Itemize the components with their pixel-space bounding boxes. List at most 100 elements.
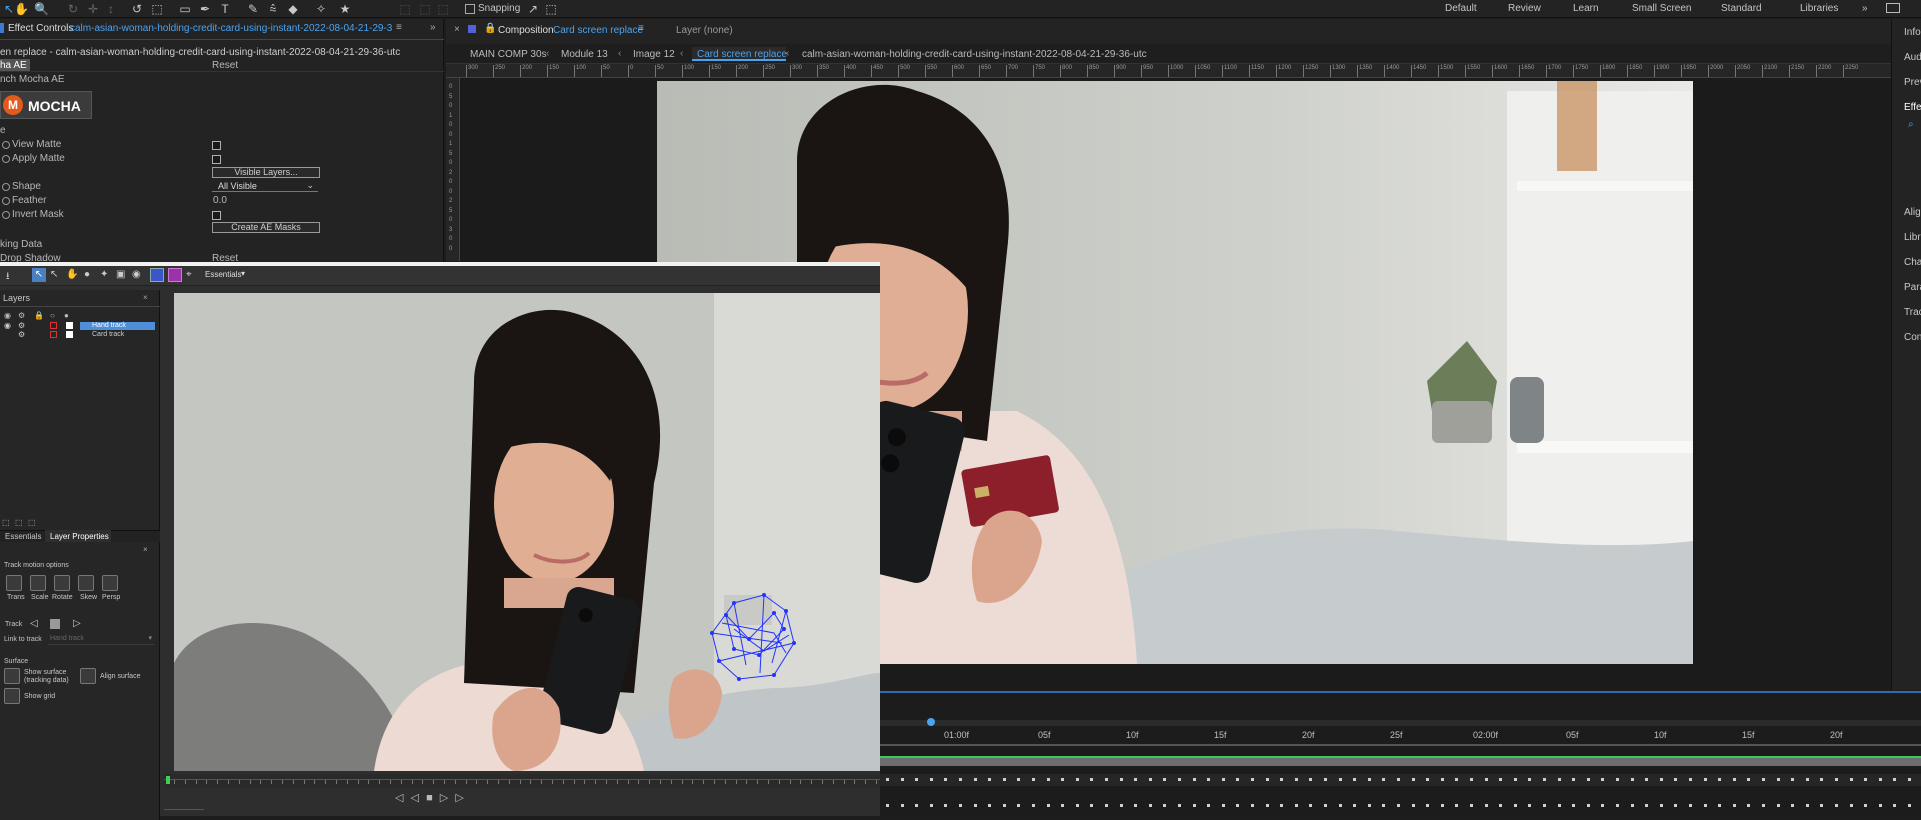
keyframe-marker[interactable] bbox=[1134, 804, 1138, 807]
circle-spline-tool-icon[interactable]: ◉ bbox=[132, 269, 141, 280]
keyframe-marker[interactable] bbox=[1513, 778, 1517, 781]
keyframe-marker[interactable] bbox=[1221, 778, 1225, 781]
tracker-panel-tab[interactable]: Trac bbox=[1904, 307, 1921, 318]
keyframe-marker[interactable] bbox=[1017, 778, 1021, 781]
hand-tool-icon[interactable]: ✋ bbox=[66, 269, 78, 280]
search-icon[interactable]: ⌕ bbox=[1908, 119, 1914, 130]
keyframe-marker[interactable] bbox=[1367, 804, 1371, 807]
keyframe-marker[interactable] bbox=[1864, 804, 1868, 807]
effect-name[interactable]: ha AE bbox=[0, 60, 27, 71]
layer-color-swatch[interactable] bbox=[66, 322, 73, 329]
extra-tool-icon[interactable]: ⬚ bbox=[398, 2, 412, 16]
keyframe-marker[interactable] bbox=[1718, 778, 1722, 781]
dolly-tool-icon[interactable]: ↕ bbox=[104, 2, 118, 16]
view-matte-checkbox[interactable] bbox=[212, 141, 221, 150]
keyframe-marker[interactable] bbox=[1192, 804, 1196, 807]
keyframe-marker[interactable] bbox=[1251, 804, 1254, 807]
layer-panel-tab[interactable]: Layer (none) bbox=[676, 25, 733, 39]
keyframe-marker[interactable] bbox=[1397, 778, 1400, 781]
workspace-default[interactable]: Default bbox=[1445, 3, 1477, 14]
keyframe-marker[interactable] bbox=[1265, 778, 1269, 781]
keyframe-marker[interactable] bbox=[929, 778, 933, 781]
keyframe-marker[interactable] bbox=[1630, 778, 1634, 781]
panel-menu-icon[interactable]: ≡ bbox=[396, 22, 402, 33]
roto-brush-tool-icon[interactable]: ✧ bbox=[314, 2, 328, 16]
keyframe-marker[interactable] bbox=[1791, 778, 1795, 781]
mocha-workspace-dropdown[interactable]: Essentials bbox=[205, 270, 241, 279]
mocha-viewer-image[interactable] bbox=[174, 293, 880, 771]
gear-icon[interactable]: ⚙ bbox=[18, 321, 25, 330]
keyframe-marker[interactable] bbox=[988, 804, 992, 807]
breadcrumb-item[interactable]: calm-asian-woman-holding-credit-card-usi… bbox=[802, 49, 1147, 60]
workspace-small-screen[interactable]: Small Screen bbox=[1632, 3, 1691, 14]
keyframe-marker[interactable] bbox=[1426, 778, 1430, 781]
lock-icon[interactable]: 🔒 bbox=[484, 23, 496, 34]
keyframe-marker[interactable] bbox=[1557, 804, 1561, 807]
keyframe-marker[interactable] bbox=[1236, 778, 1240, 781]
keyframe-marker[interactable] bbox=[988, 778, 992, 781]
keyframe-marker[interactable] bbox=[1265, 804, 1269, 807]
extra-tool-icon[interactable]: ⬚ bbox=[436, 2, 450, 16]
keyframe-marker[interactable] bbox=[1178, 804, 1181, 807]
launch-mocha-label[interactable]: nch Mocha AE bbox=[0, 74, 64, 85]
keyframe-marker[interactable] bbox=[1338, 778, 1342, 781]
keyframe-marker[interactable] bbox=[900, 804, 904, 807]
step-back-icon[interactable]: ◁ bbox=[395, 792, 403, 804]
keyframe-marker[interactable] bbox=[1805, 778, 1809, 781]
eraser-tool-icon[interactable]: ◆ bbox=[286, 2, 300, 16]
keyframe-marker[interactable] bbox=[1470, 778, 1473, 781]
keyframe-marker[interactable] bbox=[1148, 804, 1152, 807]
layer-row-card-track[interactable]: ⚙ Card track bbox=[0, 330, 160, 340]
rectangle-tool-icon[interactable]: ▭ bbox=[178, 2, 192, 16]
keyframe-marker[interactable] bbox=[1105, 804, 1108, 807]
keyframe-marker[interactable] bbox=[1353, 804, 1357, 807]
character-panel-tab[interactable]: Char bbox=[1904, 257, 1921, 268]
keyframe-marker[interactable] bbox=[1689, 778, 1692, 781]
keyframe-marker[interactable] bbox=[1601, 778, 1605, 781]
keyframe-marker[interactable] bbox=[944, 778, 948, 781]
keyframe-marker[interactable] bbox=[1484, 778, 1488, 781]
keyframe-marker[interactable] bbox=[1893, 804, 1897, 807]
track-forward-icon[interactable]: ▷ bbox=[73, 618, 81, 629]
pan-behind-tool-icon[interactable]: ⬚ bbox=[150, 2, 164, 16]
grid-tool-icon[interactable] bbox=[168, 268, 182, 282]
close-icon[interactable]: × bbox=[143, 545, 148, 554]
keyframe-marker[interactable] bbox=[1221, 804, 1225, 807]
layer-name[interactable]: Card track bbox=[92, 331, 124, 339]
keyframe-marker[interactable] bbox=[1835, 804, 1838, 807]
keyframe-marker[interactable] bbox=[1017, 804, 1021, 807]
keyframe-marker[interactable] bbox=[1747, 804, 1751, 807]
keyframe-marker[interactable] bbox=[1586, 778, 1590, 781]
keyframe-marker[interactable] bbox=[1280, 778, 1284, 781]
keyframe-marker[interactable] bbox=[1732, 804, 1736, 807]
keyframe-marker[interactable] bbox=[1309, 778, 1313, 781]
keyframe-marker[interactable] bbox=[1119, 778, 1123, 781]
keyframe-marker[interactable] bbox=[886, 778, 889, 781]
keyframe-marker[interactable] bbox=[1616, 778, 1619, 781]
keyframe-marker[interactable] bbox=[1543, 804, 1546, 807]
keyframe-marker[interactable] bbox=[1528, 804, 1532, 807]
effects-presets-panel-tab[interactable]: Effe bbox=[1904, 102, 1921, 113]
snap-option-icon[interactable]: ↗ bbox=[526, 2, 540, 16]
rotate-tool-icon[interactable]: ↺ bbox=[130, 2, 144, 16]
show-grid-toggle[interactable] bbox=[4, 688, 20, 704]
xspline-tool-icon[interactable]: ✦ bbox=[100, 269, 108, 280]
keyframe-marker[interactable] bbox=[1732, 778, 1736, 781]
effect-controls-tab[interactable]: Effect Controls bbox=[8, 23, 73, 37]
keyframe-marker[interactable] bbox=[1324, 778, 1327, 781]
keyframe-marker[interactable] bbox=[959, 778, 962, 781]
keyframe-marker[interactable] bbox=[1557, 778, 1561, 781]
keyframe-marker[interactable] bbox=[1382, 804, 1386, 807]
composition-tab-name[interactable]: Card screen replace bbox=[553, 25, 643, 39]
keyframe-marker[interactable] bbox=[1046, 778, 1050, 781]
keyframe-marker[interactable] bbox=[1075, 804, 1079, 807]
keyframe-marker[interactable] bbox=[973, 778, 977, 781]
libraries-panel-tab[interactable]: Libr bbox=[1904, 232, 1921, 243]
keyframe-marker[interactable] bbox=[1908, 804, 1911, 807]
keyframe-marker[interactable] bbox=[1776, 778, 1780, 781]
frame-field[interactable] bbox=[164, 802, 204, 810]
keyframe-marker[interactable] bbox=[1338, 804, 1342, 807]
keyframe-marker[interactable] bbox=[1382, 778, 1386, 781]
breadcrumb-item[interactable]: Image 12 bbox=[633, 49, 675, 60]
eye-icon[interactable]: ◉ bbox=[4, 321, 11, 330]
